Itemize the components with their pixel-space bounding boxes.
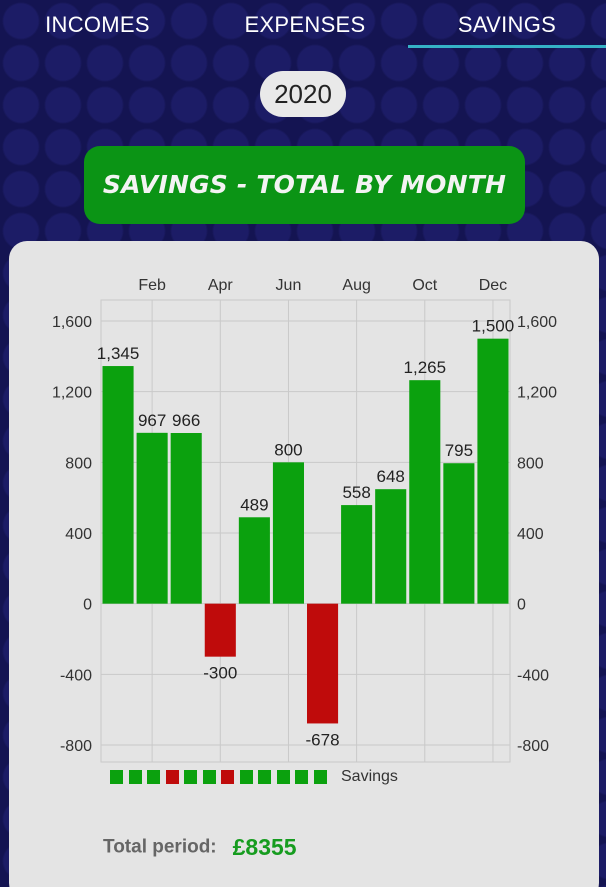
legend-swatch	[147, 770, 160, 784]
bar-value-label: 800	[274, 440, 302, 459]
bar-jul	[307, 603, 339, 724]
x-tick-label: Apr	[208, 277, 234, 294]
legend-swatch	[110, 770, 123, 784]
bar-oct	[409, 380, 441, 604]
y-tick-label-right: -800	[517, 738, 549, 755]
x-tick-label: Jun	[276, 277, 302, 294]
legend-swatch	[184, 770, 197, 784]
total-period: Total period: £8355	[103, 834, 297, 866]
bar-value-label: 966	[172, 411, 200, 430]
y-tick-label-left: 400	[65, 526, 92, 543]
x-tick-label: Dec	[479, 277, 507, 294]
y-tick-label-left: 0	[83, 597, 92, 614]
bar-jun	[272, 462, 304, 604]
y-tick-label-left: -400	[60, 667, 92, 684]
bar-value-label: -678	[306, 730, 340, 749]
bar-value-label: 648	[377, 467, 405, 486]
x-tick-label: Aug	[342, 277, 370, 294]
bar-sep	[375, 489, 407, 604]
total-value: £8355	[232, 834, 297, 860]
legend-swatch	[276, 770, 290, 784]
bar-value-label: 1,345	[97, 344, 140, 363]
y-tick-label-right: 400	[517, 526, 544, 543]
legend-swatch	[258, 770, 271, 784]
y-tick-label-left: -800	[60, 738, 92, 755]
bar-nov	[443, 463, 475, 604]
legend-swatch	[239, 770, 253, 784]
bar-feb	[136, 432, 168, 604]
y-tick-label-right: 1,200	[517, 385, 557, 402]
bar-value-label: 795	[445, 441, 473, 460]
total-label: Total period:	[103, 836, 217, 858]
y-tick-label-right: 1,600	[517, 314, 557, 331]
legend-swatch	[221, 770, 234, 784]
bar-dec	[477, 338, 509, 604]
bar-aug	[341, 505, 373, 604]
legend-swatch	[128, 770, 142, 784]
y-tick-label-left: 1,200	[52, 385, 92, 402]
x-tick-label: Oct	[412, 277, 437, 294]
bar-value-label: 1,500	[472, 317, 515, 336]
legend-swatch	[202, 770, 216, 784]
bar-value-label: 967	[138, 411, 166, 430]
y-tick-label-left: 800	[65, 455, 92, 472]
legend-swatch	[313, 770, 327, 784]
x-tick-label: Feb	[138, 277, 166, 294]
bar-apr	[204, 603, 236, 657]
bar-value-label: 489	[240, 495, 268, 514]
savings-bar-chart: -800 -800 -400 -400 0 0 400 400 800 800 1,200 1,200…	[52, 277, 557, 763]
legend-label: Savings	[341, 768, 398, 785]
bar-mar	[170, 433, 202, 604]
y-tick-label-right: 800	[517, 455, 544, 472]
bar-value-label: 558	[342, 483, 370, 502]
bar-jan	[102, 366, 134, 604]
y-tick-label-left: 1,600	[52, 314, 92, 331]
y-tick-label-right: -400	[517, 667, 549, 684]
bar-value-label: 1,265	[404, 358, 447, 377]
legend-swatch	[165, 770, 179, 784]
bar-value-label: -300	[203, 664, 237, 683]
legend-swatch	[295, 770, 308, 784]
y-tick-label-right: 0	[517, 597, 526, 614]
bar-may	[238, 517, 270, 604]
